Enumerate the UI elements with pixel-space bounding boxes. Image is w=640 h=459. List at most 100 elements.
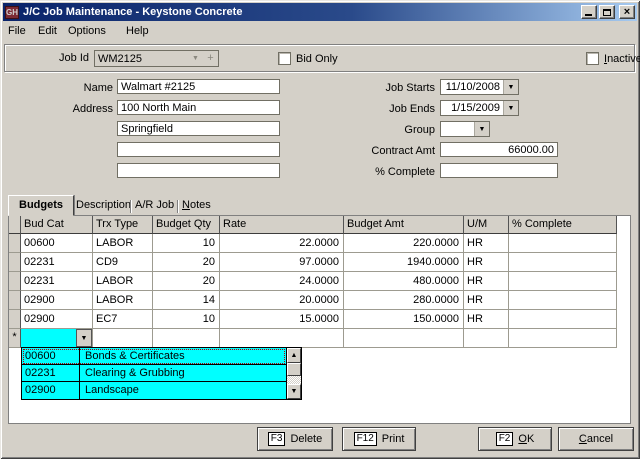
tab-budgets[interactable]: Budgets (8, 195, 74, 216)
cell-budget-qty[interactable]: 20 (153, 253, 220, 272)
grid-row[interactable]: 02231 CD9 20 97.0000 1940.0000 HR (9, 253, 630, 272)
cell-trx-type[interactable]: EC7 (93, 310, 153, 329)
menu-edit[interactable]: Edit (38, 25, 57, 37)
dropdown-scrollbar[interactable]: ▲ ▼ (286, 348, 301, 399)
address-field-4[interactable] (117, 163, 280, 178)
grid-row[interactable]: 00600 LABOR 10 22.0000 220.0000 HR (9, 234, 630, 253)
grid-row[interactable]: 02900 LABOR 14 20.0000 280.0000 HR (9, 291, 630, 310)
job-ends-dropdown-icon[interactable]: ▼ (503, 101, 518, 115)
col-header-pct-complete[interactable]: % Complete (509, 216, 617, 234)
grid-row[interactable]: 02900 EC7 10 15.0000 150.0000 HR (9, 310, 630, 329)
row-selector[interactable] (9, 234, 21, 253)
menu-file[interactable]: File (8, 25, 26, 37)
address-field-2[interactable]: Springfield (117, 121, 280, 136)
scrollbar-track[interactable] (287, 376, 301, 384)
address-field-3[interactable] (117, 142, 280, 157)
cell-um[interactable]: HR (464, 234, 509, 253)
scroll-down-button[interactable]: ▼ (287, 384, 301, 399)
scroll-up-button[interactable]: ▲ (287, 348, 301, 363)
dropdown-item[interactable]: 02900 Landscape (22, 382, 286, 399)
cell-trx-type[interactable]: LABOR (93, 291, 153, 310)
job-starts-dropdown-icon[interactable]: ▼ (503, 80, 518, 94)
cell-rate[interactable]: 24.0000 (220, 272, 344, 291)
cell-rate[interactable] (220, 329, 344, 348)
tab-description[interactable]: Description (76, 199, 131, 211)
scrollbar-thumb[interactable] (287, 363, 301, 376)
cell-budget-amt[interactable]: 480.0000 (344, 272, 464, 291)
pct-complete-field[interactable] (440, 163, 558, 178)
cell-um[interactable]: HR (464, 310, 509, 329)
cell-pct-complete[interactable] (509, 253, 617, 272)
row-selector[interactable] (9, 272, 21, 291)
cell-pct-complete[interactable] (509, 272, 617, 291)
title-bar[interactable]: GH J/C Job Maintenance - Keystone Concre… (3, 3, 637, 21)
dropdown-item[interactable]: 02231 Clearing & Grubbing (22, 365, 286, 382)
cell-budget-qty[interactable] (153, 329, 220, 348)
cell-pct-complete[interactable] (509, 291, 617, 310)
name-field[interactable]: Walmart #2125 (117, 79, 280, 94)
cell-um[interactable]: HR (464, 253, 509, 272)
cell-pct-complete[interactable] (509, 310, 617, 329)
cell-budget-qty[interactable]: 14 (153, 291, 220, 310)
bud-cat-dropdown-icon[interactable]: ▼ (76, 329, 92, 347)
dropdown-item[interactable]: 00600 Bonds & Certificates (22, 348, 286, 365)
job-ends-field[interactable]: 1/15/2009 ▼ (440, 100, 519, 116)
row-selector[interactable] (9, 253, 21, 272)
address-field-1[interactable]: 100 North Main (117, 100, 280, 115)
cell-budget-amt[interactable] (344, 329, 464, 348)
cell-bud-cat-editor[interactable]: ▼ (21, 329, 93, 348)
cell-rate[interactable]: 15.0000 (220, 310, 344, 329)
grid-new-row[interactable]: * ▼ (9, 329, 630, 348)
group-dropdown-icon[interactable]: ▼ (474, 122, 489, 136)
maximize-button[interactable] (599, 5, 615, 19)
contract-amt-field[interactable]: 66000.00 (440, 142, 558, 157)
cell-bud-cat[interactable]: 02900 (21, 310, 93, 329)
col-header-rate[interactable]: Rate (220, 216, 344, 234)
cell-budget-amt[interactable]: 280.0000 (344, 291, 464, 310)
cell-rate[interactable]: 97.0000 (220, 253, 344, 272)
menu-help[interactable]: Help (126, 25, 149, 37)
cell-bud-cat[interactable]: 02900 (21, 291, 93, 310)
cell-um[interactable]: HR (464, 272, 509, 291)
bid-only-checkbox[interactable] (278, 52, 291, 65)
col-header-bud-cat[interactable]: Bud Cat (21, 216, 93, 234)
tab-ar-job[interactable]: A/R Job (135, 199, 174, 211)
cell-bud-cat[interactable]: 02231 (21, 272, 93, 291)
grid-row[interactable]: 02231 LABOR 20 24.0000 480.0000 HR (9, 272, 630, 291)
cell-trx-type[interactable]: LABOR (93, 234, 153, 253)
col-header-budget-qty[interactable]: Budget Qty (153, 216, 220, 234)
row-selector[interactable] (9, 310, 21, 329)
job-id-dropdown-icon[interactable]: ▼ (188, 51, 203, 66)
cell-bud-cat[interactable]: 02231 (21, 253, 93, 272)
cell-pct-complete[interactable] (509, 234, 617, 253)
col-header-trx-type[interactable]: Trx Type (93, 216, 153, 234)
menu-options[interactable]: Options (68, 25, 106, 37)
cell-budget-amt[interactable]: 150.0000 (344, 310, 464, 329)
tab-notes[interactable]: Notes (182, 199, 211, 211)
cell-trx-type[interactable]: LABOR (93, 272, 153, 291)
cell-budget-qty[interactable]: 20 (153, 272, 220, 291)
cell-bud-cat[interactable]: 00600 (21, 234, 93, 253)
inactive-checkbox[interactable] (586, 52, 599, 65)
ok-button[interactable]: F2 OK (478, 427, 552, 451)
cell-budget-amt[interactable]: 220.0000 (344, 234, 464, 253)
cell-trx-type[interactable]: CD9 (93, 253, 153, 272)
cell-budget-qty[interactable]: 10 (153, 310, 220, 329)
delete-button[interactable]: F3 Delete (257, 427, 333, 451)
bud-cat-editor-value[interactable] (21, 329, 76, 347)
cell-um[interactable]: HR (464, 291, 509, 310)
job-id-combo[interactable]: WM2125 ▼ + (94, 50, 219, 67)
cell-trx-type[interactable] (93, 329, 153, 348)
col-header-um[interactable]: U/M (464, 216, 509, 234)
minimize-button[interactable] (581, 5, 597, 19)
group-field[interactable]: ▼ (440, 121, 490, 137)
close-button[interactable]: × (619, 5, 635, 19)
cell-pct-complete[interactable] (509, 329, 617, 348)
job-id-add-icon[interactable]: + (203, 51, 218, 66)
job-starts-field[interactable]: 11/10/2008 ▼ (440, 79, 519, 95)
cell-budget-amt[interactable]: 1940.0000 (344, 253, 464, 272)
cell-rate[interactable]: 20.0000 (220, 291, 344, 310)
cancel-button[interactable]: Cancel (558, 427, 634, 451)
cell-um[interactable] (464, 329, 509, 348)
col-header-budget-amt[interactable]: Budget Amt (344, 216, 464, 234)
